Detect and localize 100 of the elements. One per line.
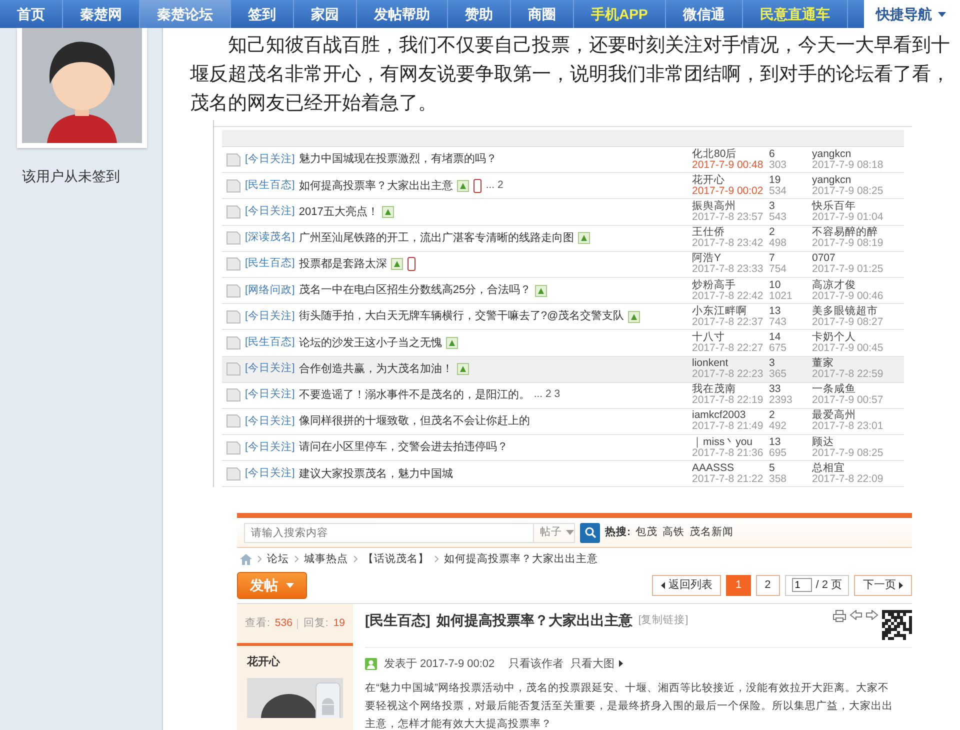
thread-row[interactable]: [今日关注] 建议大家投票茂名，魅力中国城 AAASSS 2017-7-8 21:22 5 358 总相宜 2017-7-8 22:09 (222, 461, 904, 488)
arrow-left-icon[interactable] (850, 610, 862, 620)
thread-tag[interactable]: [今日关注] (245, 414, 295, 430)
last-poster[interactable]: 不容易醉的醉 (812, 227, 904, 238)
large-images-link[interactable]: 只看大图 (570, 656, 623, 672)
thread-title[interactable]: 投票都是套路太深 (298, 256, 387, 273)
thread-title[interactable]: 2017五大亮点！ (298, 204, 378, 220)
thread-title[interactable]: 茂名一中在电白区招生分数线高25分，合法吗？ (298, 282, 532, 299)
thread-tag[interactable]: [今日关注] (245, 204, 295, 220)
thread-row[interactable]: [今日关注] 请问在小区里停车，交警会进去拍违停吗？ ｜miss丶you 2017-7-8 21:36 13 695 顾达 2017-7-9 08:25 (222, 435, 904, 462)
breadcrumb-link[interactable]: 如何提高投票率？大家出出主意 (444, 552, 598, 568)
author-name[interactable]: 花开心 (237, 646, 353, 678)
thread-tag[interactable]: [今日关注] (245, 152, 295, 168)
thread-tag[interactable]: [网络问政] (245, 282, 295, 298)
breadcrumb-link[interactable]: 【话说茂名】 (363, 552, 429, 568)
thread-tag[interactable]: [今日关注] (245, 466, 295, 482)
last-poster[interactable]: 卡奶个人 (812, 332, 904, 343)
view-count: 2393 (769, 395, 794, 406)
thread-row[interactable]: [今日关注] 合作创造共赢，为大茂名加油！ lionkent 2017-7-8 22:23 3 365 董家 2017-7-8 22:59 (222, 356, 904, 383)
thread-row[interactable]: [今日关注] 像同样很拼的十堰致敬，但茂名不会让你赶上的 iamkcf2003 2017-7-8 21:49 2 492 最爱高州 2017-7-8 23:01 (222, 408, 904, 436)
arrow-right-icon[interactable] (866, 610, 878, 620)
last-poster[interactable]: 总相宜 (812, 462, 904, 474)
breadcrumb-link[interactable]: 城事热点 (304, 552, 348, 568)
last-poster[interactable]: 董家 (812, 358, 904, 370)
author-name[interactable]: 我在茂南 (692, 384, 769, 396)
thread-row[interactable]: [今日关注] 街头随手拍，大白天无牌车辆横行，交警干嘛去了?@茂名交警支队 小东江畔啊 2017-7-8 22:37 13 743 美多眼镜超市 2017-7-9 08:27 (222, 304, 904, 330)
author-name[interactable]: 振舆高州 (692, 200, 769, 212)
nav-link[interactable]: 发帖帮助 (357, 0, 448, 28)
thread-title[interactable]: 街头随手拍，大白天无牌车辆横行，交警干嘛去了?@茂名交警支队 (298, 308, 624, 325)
thread-row[interactable]: [网络问政] 茂名一中在电白区招生分数线高25分，合法吗？ 炒粉高手 2017-7-8 22:42 10 1021 高凉才俊 2017-7-9 00:46 (222, 278, 904, 304)
thread-title[interactable]: 请问在小区里停车，交警会进去拍违停吗？ (298, 439, 508, 456)
thread-row[interactable]: [民生百态] 投票都是套路太深 阿浩Y 2017-7-8 23:33 7 754 0707 2017-7-9 01:25 (222, 252, 904, 278)
author-name[interactable]: 王仕侨 (692, 227, 769, 238)
thread-row[interactable]: [今日关注] 2017五大亮点！ 振舆高州 2017-7-8 23:57 3 543 快乐百年 2017-7-9 01:04 (222, 199, 904, 226)
thread-title[interactable]: 如何提高投票率？大家出出主意 (298, 178, 453, 194)
thread-row[interactable]: [民生百态] 如何提高投票率？大家出出主意 ... 2 花开心 2017-7-9 00:02 19 534 yangkcn 2017-7-9 08:25 (222, 173, 904, 200)
search-button[interactable] (580, 522, 600, 543)
thread-tag[interactable]: [民生百态] (245, 256, 295, 272)
nav-link[interactable]: 民意直通车 (742, 0, 848, 28)
last-poster[interactable]: 顾达 (812, 436, 904, 448)
author-only-link[interactable]: 只看该作者 (508, 656, 564, 672)
last-poster[interactable]: 高凉才俊 (812, 280, 904, 291)
last-poster[interactable]: 一条咸鱼 (812, 384, 904, 396)
last-poster[interactable]: 快乐百年 (812, 200, 904, 212)
thread-row[interactable]: [今日关注] 魅力中国城现在投票激烈，有堵票的吗？ 化北80后 2017-7-9 00:48 6 303 yangkcn 2017-7-9 08:18 (222, 147, 904, 174)
thread-tag[interactable]: [今日关注] (245, 387, 295, 404)
thread-tag[interactable]: [今日关注] (245, 440, 295, 456)
author-name[interactable]: ｜miss丶you (692, 436, 769, 448)
nav-link[interactable]: 微信通 (666, 0, 743, 28)
nav-link[interactable]: 家园 (294, 0, 357, 28)
author-name[interactable]: 小东江畔啊 (692, 306, 769, 317)
reply-count: 13 (769, 436, 782, 448)
page-field[interactable]: 1 (792, 578, 812, 592)
thread-tag[interactable]: [民生百态] (245, 178, 295, 194)
breadcrumb-link[interactable]: 论坛 (267, 552, 289, 568)
author-name[interactable]: AAASSS (692, 462, 769, 474)
print-icon[interactable] (833, 610, 846, 622)
last-poster[interactable]: 美多眼镜超市 (812, 306, 904, 317)
hot-search-link[interactable]: 高铁 (662, 525, 684, 541)
thread-tag[interactable]: [今日关注] (245, 361, 295, 377)
hot-search-link[interactable]: 茂名新闻 (690, 525, 734, 541)
quick-nav-button[interactable]: 快捷导航 (864, 0, 960, 28)
nav-link[interactable]: 手机APP (574, 0, 666, 28)
view-count: 492 (769, 421, 788, 432)
thread-row[interactable]: [民生百态] 论坛的沙发王这小子当之无愧 十八寸 2017-7-8 22:27 14 675 卡奶个人 2017-7-9 00:45 (222, 330, 904, 356)
phone-icon (315, 682, 341, 718)
thread-tag[interactable]: [深读茂名] (245, 230, 295, 246)
author-name[interactable]: iamkcf2003 (692, 410, 769, 422)
thread-title[interactable]: 广州至汕尾铁路的开工，流出广湛客专清晰的线路走向图 (298, 230, 574, 246)
thread-row[interactable]: [今日关注] 不要造谣了！溺水事件不是茂名的，是阳江的。 ... 2 3 我在茂南 2017-7-8 22:19 33 2393 一条咸鱼 2017-7-9 00:57 (222, 382, 904, 409)
thread-tag[interactable]: [今日关注] (245, 308, 295, 325)
page-button[interactable]: 2 (756, 574, 780, 596)
hot-search-link[interactable]: 包茂 (636, 525, 658, 541)
author-name[interactable]: 花开心 (692, 174, 769, 186)
thread-title[interactable]: 论坛的沙发王这小子当之无愧 (298, 334, 442, 352)
thread-title[interactable]: 魅力中国城现在投票激烈，有堵票的吗？ (298, 151, 497, 168)
page-links[interactable]: ... 2 3 (534, 387, 560, 404)
author-name[interactable]: 阿浩Y (692, 253, 769, 264)
author-name[interactable]: lionkent (692, 358, 769, 370)
thread-row[interactable]: [深读茂名] 广州至汕尾铁路的开工，流出广湛客专清晰的线路走向图 王仕侨 2017-7-8 23:42 2 498 不容易醉的醉 2017-7-9 08:19 (222, 226, 904, 252)
last-poster[interactable]: yangkcn (812, 174, 904, 186)
thread-title[interactable]: 合作创造共赢，为大茂名加油！ (298, 360, 453, 378)
nav-link[interactable]: 赞助 (448, 0, 511, 28)
author-name[interactable]: 化北80后 (692, 148, 769, 160)
thread-title[interactable]: 建议大家投票茂名，魅力中国城 (298, 466, 453, 482)
author-name[interactable]: 十八寸 (692, 332, 769, 343)
last-poster[interactable]: 0707 (812, 253, 904, 264)
last-post-date: 2017-7-9 08:19 (812, 238, 884, 250)
search-field[interactable]: 请输入搜索内容 (244, 522, 534, 543)
page-links[interactable]: ... 2 (486, 178, 504, 194)
back-to-list-button[interactable]: 返回列表 (652, 574, 722, 596)
author-name[interactable]: 炒粉高手 (692, 280, 769, 291)
nav-link[interactable]: 签到 (231, 0, 294, 28)
thread-title[interactable]: 像同样很拼的十堰致敬，但茂名不会让你赶上的 (298, 413, 530, 430)
last-poster[interactable]: yangkcn (812, 148, 904, 160)
last-poster[interactable]: 最爱高州 (812, 410, 904, 422)
nav-link[interactable]: 商圈 (511, 0, 574, 28)
next-page-button[interactable]: 下一页 (854, 574, 912, 596)
thread-tag[interactable]: [民生百态] (245, 335, 295, 351)
thread-title[interactable]: 不要造谣了！溺水事件不是茂名的，是阳江的。 (298, 387, 530, 404)
